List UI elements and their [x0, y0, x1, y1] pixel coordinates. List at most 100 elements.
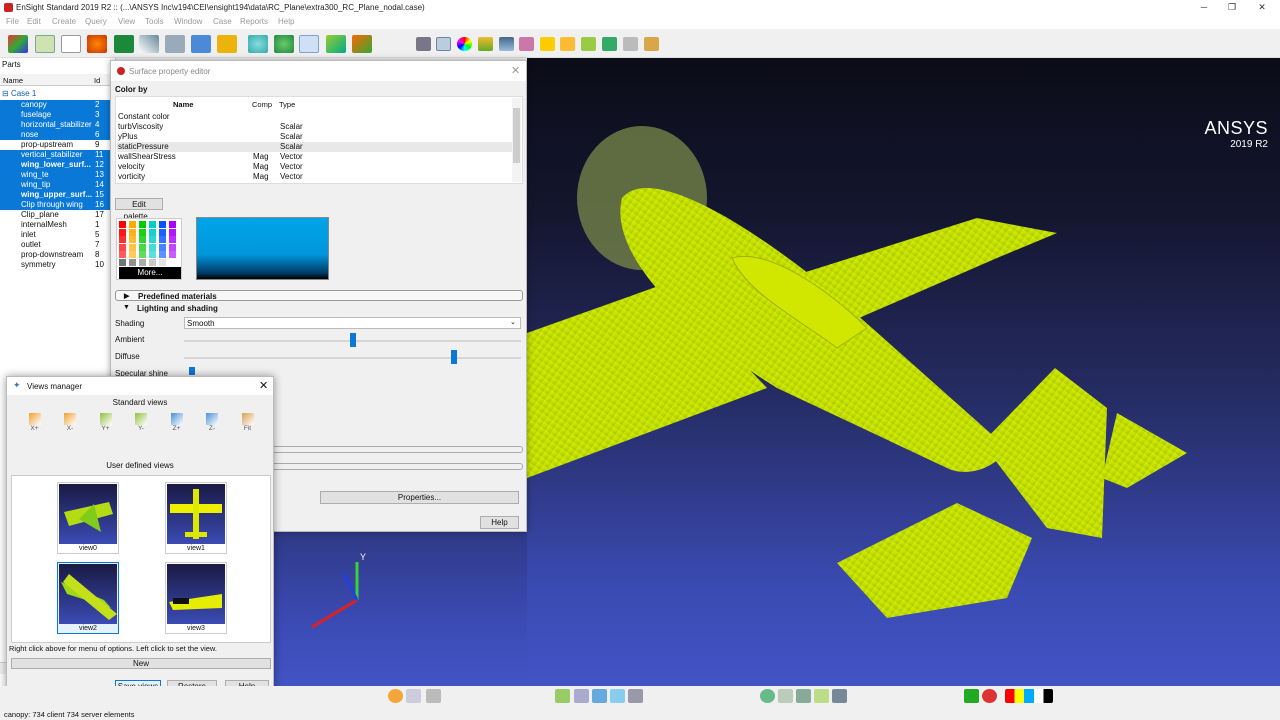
part-row[interactable]: nose 6	[0, 130, 110, 140]
standard-view-button[interactable]: Z-	[204, 413, 221, 437]
case-node[interactable]: ⊟ Case 1	[2, 89, 36, 98]
part-row[interactable]: canopy 2	[0, 100, 110, 110]
spe-close-icon[interactable]: ✕	[511, 64, 520, 77]
color-swatch[interactable]	[119, 243, 126, 251]
color-swatch[interactable]	[149, 251, 156, 258]
frame-icon[interactable]	[602, 37, 617, 51]
color-swatch[interactable]	[169, 228, 176, 236]
color-swatch[interactable]	[139, 243, 146, 251]
probe-icon[interactable]	[814, 689, 829, 703]
color-swatch[interactable]	[159, 236, 166, 243]
color-swatch[interactable]	[169, 236, 176, 243]
lines-icon[interactable]	[519, 37, 534, 51]
color-swatch[interactable]	[129, 251, 136, 258]
col-header-comp[interactable]: Comp	[252, 100, 272, 109]
table-icon[interactable]	[35, 35, 55, 53]
color-swatch[interactable]	[129, 243, 136, 251]
part-row[interactable]: prop-upstream 9	[0, 140, 110, 150]
layers-icon[interactable]	[478, 37, 493, 51]
part-row[interactable]: prop-downstream 8	[0, 250, 110, 260]
color-palette-icon[interactable]	[1005, 689, 1053, 703]
menu-help[interactable]: Help	[278, 17, 294, 26]
color-swatch[interactable]	[169, 251, 176, 258]
standard-view-button[interactable]: Y+	[97, 413, 114, 437]
part-row[interactable]: wing_tip 14	[0, 180, 110, 190]
parts-col-name[interactable]: Name	[3, 76, 23, 85]
menu-file[interactable]: File	[6, 17, 19, 26]
menu-reports[interactable]: Reports	[240, 17, 268, 26]
color-swatch[interactable]	[139, 228, 146, 236]
display-icon[interactable]	[416, 37, 431, 51]
select-icon[interactable]	[388, 689, 403, 703]
part-row[interactable]: Clip_plane 17	[0, 210, 110, 220]
crosshair-icon[interactable]	[832, 689, 847, 703]
menu-case[interactable]: Case	[213, 17, 232, 26]
color-swatch[interactable]	[149, 228, 156, 236]
variable-table-scrollbar[interactable]	[512, 98, 521, 182]
menu-query[interactable]: Query	[85, 17, 107, 26]
fit-icon[interactable]	[555, 689, 570, 703]
part-row[interactable]: outlet 7	[0, 240, 110, 250]
standard-view-button[interactable]: Z+	[168, 413, 185, 437]
settings-icon[interactable]	[623, 37, 638, 51]
parts-col-id[interactable]: Id	[94, 76, 100, 85]
part-row[interactable]: wing_te 13	[0, 170, 110, 180]
col-header-name[interactable]: Name	[173, 100, 193, 109]
color-swatch[interactable]	[129, 228, 136, 236]
variable-row[interactable]: wallShearStress Mag Vector	[117, 152, 513, 162]
color-swatch[interactable]	[159, 258, 166, 266]
bulb-icon[interactable]	[560, 37, 575, 51]
color-swatch[interactable]	[119, 221, 126, 228]
color-swatch-grid[interactable]: More...	[116, 218, 182, 280]
color-swatch[interactable]	[129, 236, 136, 243]
measure-icon[interactable]	[644, 37, 659, 51]
part-row[interactable]: inlet 5	[0, 230, 110, 240]
color-swatch[interactable]	[149, 221, 156, 228]
color-swatch[interactable]	[149, 258, 156, 266]
color-swatch[interactable]	[139, 236, 146, 243]
part-row[interactable]: vertical_stabilizer 11	[0, 150, 110, 160]
color-swatch[interactable]	[139, 251, 146, 258]
translate-icon[interactable]	[610, 689, 625, 703]
color-swatch[interactable]	[159, 251, 166, 258]
part-row[interactable]: wing_lower_surf... 12	[0, 160, 110, 170]
vm-close-icon[interactable]: ✕	[259, 379, 268, 392]
menu-window[interactable]: Window	[174, 17, 202, 26]
menu-edit[interactable]: Edit	[27, 17, 41, 26]
color-swatch[interactable]	[129, 221, 136, 228]
home-icon[interactable]	[760, 689, 775, 703]
properties-button[interactable]: Properties...	[320, 491, 519, 504]
color-swatch[interactable]	[159, 228, 166, 236]
color-swatch[interactable]	[129, 258, 136, 266]
isosurface-icon[interactable]	[248, 35, 268, 53]
stack-icon[interactable]	[499, 37, 514, 51]
variable-row[interactable]: turbViscosity Scalar	[117, 122, 513, 132]
visibility-icon[interactable]	[436, 37, 451, 51]
undo-view-icon[interactable]	[574, 689, 589, 703]
part-row[interactable]: fuselage 3	[0, 110, 110, 120]
image-icon[interactable]	[191, 35, 211, 53]
color-swatch[interactable]	[149, 236, 156, 243]
diffuse-slider[interactable]	[184, 357, 521, 359]
standard-view-button[interactable]: Y-	[133, 413, 150, 437]
color-swatch[interactable]	[169, 258, 176, 266]
color-swatch[interactable]	[169, 221, 176, 228]
variable-row[interactable]: velocity Mag Vector	[117, 162, 513, 172]
collapse-icon[interactable]: ⊟	[2, 89, 11, 98]
specular-slider-thumb[interactable]	[189, 367, 195, 375]
standard-view-button[interactable]: X+	[26, 413, 43, 437]
more-colors-button[interactable]: More...	[119, 267, 181, 279]
col-header-type[interactable]: Type	[279, 100, 295, 109]
part-row[interactable]: symmetry 10	[0, 260, 110, 270]
calculator-icon[interactable]	[217, 35, 237, 53]
graphics-viewport[interactable]: ANSYS 2019 R2	[527, 58, 1280, 686]
edit-palette-button[interactable]: Edit palette...	[115, 198, 163, 221]
info-icon[interactable]	[964, 689, 979, 703]
new-view-button[interactable]: New	[11, 658, 271, 669]
standard-view-button[interactable]: Fit	[239, 413, 256, 437]
color-swatch[interactable]	[119, 228, 126, 236]
user-view-thumbnail[interactable]: view2	[57, 562, 119, 634]
spe-help-button[interactable]: Help	[480, 516, 519, 529]
minimize-button[interactable]: ─	[1192, 1, 1216, 14]
variable-row[interactable]: staticPressure Scalar	[117, 142, 513, 152]
